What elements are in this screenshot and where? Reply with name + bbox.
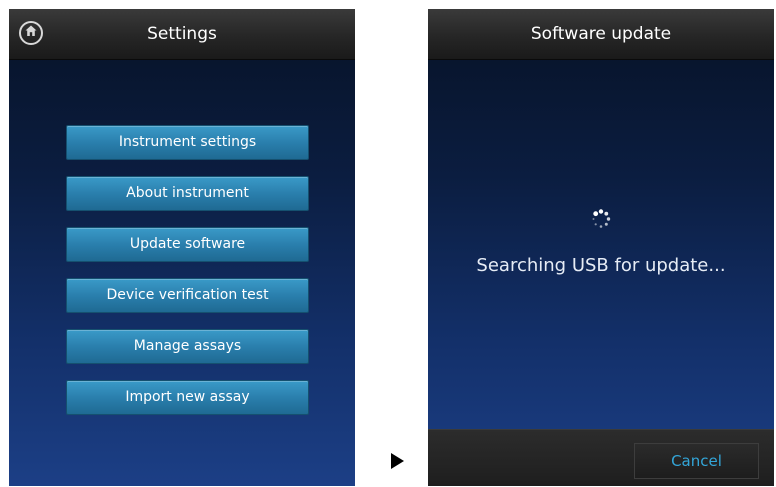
settings-title-bar: Settings [9, 9, 355, 60]
software-update-screen: Software update Searching USB for update… [428, 9, 774, 486]
footer-bar: Cancel [428, 429, 774, 486]
status-message: Searching USB for update... [476, 255, 726, 276]
page-title: Software update [530, 24, 672, 44]
right-arrow-icon [391, 453, 404, 469]
instrument-settings-button[interactable]: Instrument settings [66, 125, 309, 160]
home-icon [24, 9, 38, 58]
import-new-assay-button[interactable]: Import new assay [66, 380, 309, 415]
loading-spinner-icon [591, 209, 611, 229]
about-instrument-button[interactable]: About instrument [66, 176, 309, 211]
home-button[interactable] [19, 21, 43, 45]
settings-screen: Settings Instrument settings About instr… [9, 9, 355, 486]
manage-assays-button[interactable]: Manage assays [66, 329, 309, 364]
update-software-button[interactable]: Update software [66, 227, 309, 262]
cancel-button[interactable]: Cancel [634, 443, 759, 479]
software-update-title-bar: Software update [428, 9, 774, 60]
device-verification-test-button[interactable]: Device verification test [66, 278, 309, 313]
page-title: Settings [147, 24, 217, 44]
